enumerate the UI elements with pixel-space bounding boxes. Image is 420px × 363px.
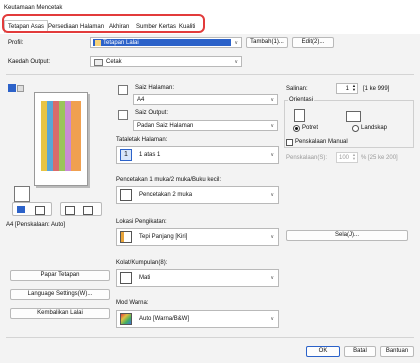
page-size-value: A4 [137, 97, 145, 103]
printer-icon [94, 59, 103, 66]
duplex-preview-button[interactable] [12, 202, 52, 216]
page-icon [65, 206, 75, 215]
copies-label: Salinan: [286, 86, 308, 92]
collate-label: Kolat/Kumpulan(8): [116, 260, 168, 266]
language-settings-button[interactable]: Language Settings(W)... [10, 289, 110, 300]
landscape-radio[interactable] [352, 125, 359, 132]
window-title: Keutamaan Mencetak [4, 5, 63, 11]
output-size-icon [118, 110, 128, 120]
preview-mode-icon[interactable] [8, 84, 16, 92]
chevron-down-icon: ∨ [270, 192, 274, 198]
spinner-arrows-icon[interactable]: ▲ ▼ [352, 84, 356, 92]
duplex-label: Pencetakan 1 muka/2 muka/Buku kecil: [116, 177, 222, 183]
scaling-value: 100 [338, 155, 349, 161]
profile-value: Tetapan Lalai [103, 40, 139, 46]
chevron-down-icon: ∨ [234, 40, 238, 46]
scaling-range: % [25 ke 200] [361, 155, 398, 161]
print-preferences-window: Keutamaan Mencetak Tetapan Asas Persedia… [0, 0, 420, 363]
chevron-down-icon: ∨ [270, 316, 274, 322]
portrait-radio[interactable] [293, 125, 300, 132]
edit-profile-button[interactable]: Edit(2)... [292, 37, 334, 48]
binding-location-value: Tepi Panjang [Kiri] [139, 234, 188, 240]
collate-icon [120, 272, 132, 284]
output-method-label: Kaedah Output: [8, 59, 51, 65]
blue-page-icon [17, 206, 25, 213]
divider [6, 337, 414, 338]
manual-scaling-label: Penskalaan Manual [295, 139, 348, 145]
color-mode-select[interactable]: Auto [Warna/B&W] ∨ [116, 310, 279, 328]
portrait-page-icon [294, 109, 305, 122]
output-size-value: Padan Saiz Halaman [137, 123, 194, 129]
output-size-select[interactable]: Padan Saiz Halaman ∨ [133, 120, 278, 131]
page-size-icon [118, 85, 128, 95]
chevron-down-icon: ∨ [270, 97, 274, 103]
help-button[interactable]: Bantuan [380, 346, 414, 357]
chevron-down-icon: ∨ [270, 234, 274, 240]
cancel-button[interactable]: Batal [344, 346, 376, 357]
layout-1up-icon: 1 [120, 149, 132, 161]
paper-stack-icon [14, 186, 30, 202]
landscape-label: Landskap [361, 125, 388, 131]
page-layout-select[interactable]: 1 1 atas 1 ∨ [116, 146, 279, 164]
ok-button[interactable]: OK [306, 346, 340, 357]
page-icon [83, 206, 93, 215]
duplex-icon [120, 189, 132, 201]
collate-value: Mati [139, 275, 151, 281]
page-preview [34, 92, 88, 186]
orientation-label: Orientasi [288, 97, 315, 103]
copies-value: 1 [345, 86, 349, 92]
scaling-label: Penskalaan(S): [286, 155, 328, 161]
landscape-page-icon [346, 111, 361, 122]
preview-caption: A4 [Penskalaan: Auto] [6, 222, 66, 228]
duplex-value: Pencetakan 2 muka [139, 192, 193, 198]
restore-defaults-button[interactable]: Kembalikan Lalai [10, 308, 110, 319]
duplex-select[interactable]: Pencetakan 2 muka ∨ [116, 186, 279, 204]
copies-range: [1 ke 999] [363, 86, 390, 92]
portrait-label: Potret [302, 125, 319, 131]
output-method-select[interactable]: Cetak ∨ [90, 56, 242, 67]
spinner-arrows-icon[interactable]: ▲ ▼ [352, 153, 356, 161]
binding-location-select[interactable]: Tepi Panjang [Kiri] ∨ [116, 228, 279, 246]
manual-scaling-checkbox[interactable] [286, 139, 293, 146]
scaling-input[interactable]: 100 ▲ ▼ [336, 152, 358, 163]
profile-select[interactable]: Tetapan Lalai ∨ [90, 37, 242, 48]
chevron-down-icon: ∨ [270, 123, 274, 129]
color-mode-value: Auto [Warna/B&W] [139, 316, 190, 322]
color-mode-label: Mod Warna: [116, 300, 149, 306]
color-mode-icon [120, 313, 132, 325]
profile-label: Profil: [8, 40, 24, 46]
profile-icon [95, 40, 101, 46]
page-icon [35, 206, 45, 215]
add-profile-button[interactable]: Tambah(1)... [246, 37, 288, 48]
output-method-value: Cetak [106, 59, 122, 65]
collate-select[interactable]: Mati ∨ [116, 269, 279, 287]
binding-location-label: Lokasi Pengikatan: [116, 219, 167, 225]
binding-margin-button[interactable]: Sela(J)... [286, 230, 408, 241]
chevron-down-icon: ∨ [270, 275, 274, 281]
view-settings-button[interactable]: Papar Tetapan [10, 270, 110, 281]
output-size-label: Saiz Output: [135, 110, 169, 116]
page-layout-label: Tataletak Halaman: [116, 137, 168, 143]
radio-dot [295, 127, 298, 130]
preview-mode-alt-icon[interactable] [17, 85, 24, 92]
chevron-down-icon: ∨ [270, 152, 274, 158]
tab-highlight-annotation [2, 14, 205, 33]
copies-input[interactable]: 1 ▲ ▼ [336, 83, 358, 94]
binding-edge-icon [120, 231, 132, 243]
tab-panel: Profil: Tetapan Lalai ∨ Tambah(1)... Edi… [0, 34, 420, 363]
profile-selection-highlight: Tetapan Lalai [93, 39, 231, 46]
page-layout-value: 1 atas 1 [139, 152, 161, 158]
page-size-label: Saiz Halaman: [135, 85, 175, 91]
divider [6, 74, 414, 75]
booklet-preview-button[interactable] [60, 202, 102, 216]
chevron-down-icon: ∨ [234, 59, 238, 65]
page-size-select[interactable]: A4 ∨ [133, 94, 278, 105]
preview-content [41, 101, 81, 171]
